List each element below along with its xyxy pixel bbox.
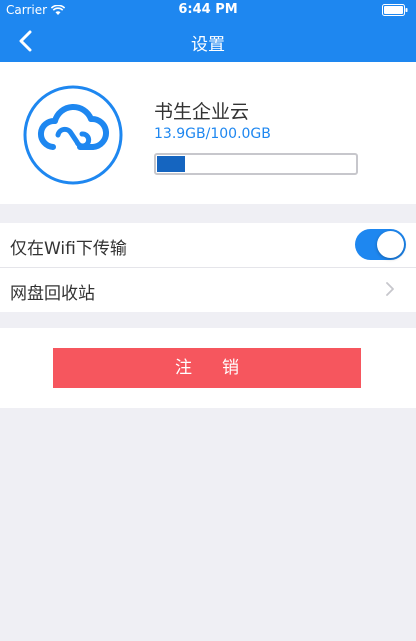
account-card: 书生企业云 13.9GB/100.0GB bbox=[0, 62, 416, 204]
status-time: 6:44 PM bbox=[178, 2, 238, 17]
storage-progress-bar bbox=[154, 153, 358, 175]
nav-bar: 设置 bbox=[0, 20, 416, 62]
chevron-right-icon bbox=[386, 282, 394, 296]
wifi-only-label: 仅在Wifi下传输 bbox=[10, 239, 127, 259]
page-title: 设置 bbox=[191, 35, 225, 55]
status-bar: Carrier 6:44 PM bbox=[0, 0, 416, 20]
cloud-logo-icon bbox=[23, 85, 123, 185]
recycle-bin-row[interactable]: 网盘回收站 bbox=[0, 268, 416, 312]
wifi-only-row: 仅在Wifi下传输 bbox=[0, 223, 416, 268]
storage-usage-text: 13.9GB/100.0GB bbox=[154, 126, 271, 142]
header: Carrier 6:44 PM 设置 bbox=[0, 0, 416, 62]
recycle-bin-label: 网盘回收站 bbox=[10, 284, 95, 304]
wifi-only-toggle[interactable] bbox=[355, 229, 406, 260]
toggle-knob bbox=[377, 231, 404, 258]
logout-button[interactable]: 注销 bbox=[53, 348, 361, 388]
battery-icon bbox=[382, 4, 408, 16]
logout-section: 注销 bbox=[0, 328, 416, 408]
app-name: 书生企业云 bbox=[154, 101, 250, 123]
settings-list: 仅在Wifi下传输 网盘回收站 bbox=[0, 223, 416, 312]
storage-progress-fill bbox=[157, 156, 185, 172]
